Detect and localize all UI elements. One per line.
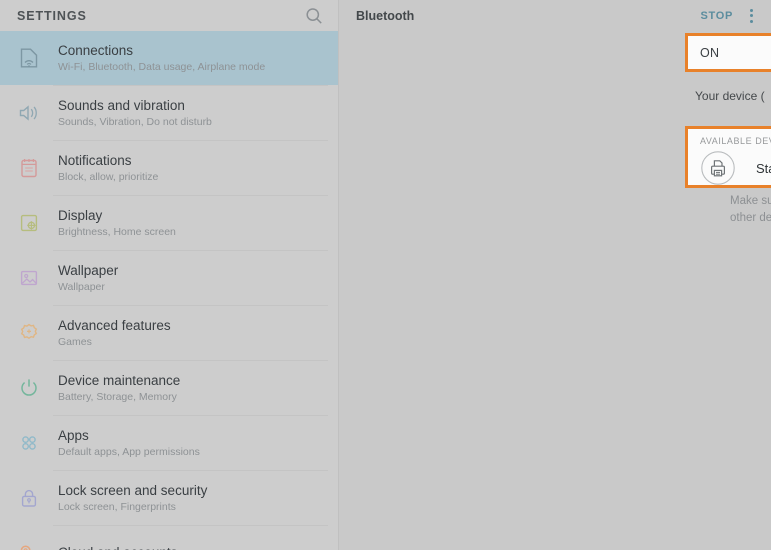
bluetooth-toggle-row[interactable]: ON [685,33,771,72]
sidebar-item-apps[interactable]: Apps Default apps, App permissions [0,416,338,470]
sidebar-item-sublabel: Battery, Storage, Memory [58,391,180,404]
bluetooth-state-label: ON [700,46,771,60]
sidebar-item-label: Cloud and accounts [58,545,177,550]
sidebar-item-label: Sounds and vibration [58,98,212,114]
sidebar-item-text: Sounds and vibration Sounds, Vibration, … [53,97,212,129]
wallpaper-icon [17,266,53,290]
sidebar-item-sublabel: Lock screen, Fingerprints [58,501,207,514]
available-devices-list[interactable]: AVAILABLE DEVICES Star Micronics [685,126,771,188]
page-title: SETTINGS [17,9,304,23]
display-icon [17,211,53,235]
device-visibility-note: Your device (Kitchen) is currently visib… [695,88,771,104]
search-icon[interactable] [304,6,324,26]
sidebar-item-connections[interactable]: Connections Wi-Fi, Bluetooth, Data usage… [0,31,338,85]
notifications-icon [17,156,53,180]
sidebar-item-wallpaper[interactable]: Wallpaper Wallpaper [0,251,338,305]
sidebar-item-label: Connections [58,43,265,59]
printer-icon [700,150,736,186]
bluetooth-header: Bluetooth STOP [339,0,771,31]
sidebar-item-display[interactable]: Display Brightness, Home screen [0,196,338,250]
visibility-note-prefix: Your device ( [695,89,765,103]
sidebar-item-sublabel: Sounds, Vibration, Do not disturb [58,116,212,129]
panel-title: Bluetooth [356,9,692,23]
sidebar-item-sublabel: Block, allow, prioritize [58,171,158,184]
lock-icon [17,486,53,510]
available-devices-label: AVAILABLE DEVICES [700,136,771,146]
sidebar-item-sublabel: Default apps, App permissions [58,446,200,459]
settings-screen: SETTINGS Connections Wi-Fi, Blu [0,0,771,550]
sidebar-item-lock-screen-and-security[interactable]: Lock screen and security Lock screen, Fi… [0,471,338,525]
sidebar-item-text: Cloud and accounts [53,544,177,550]
connection-hint: Make sure the device you want to connect… [730,193,771,227]
key-icon [17,541,53,550]
sidebar-item-label: Lock screen and security [58,483,207,499]
stop-button[interactable]: STOP [692,7,741,25]
sidebar-item-text: Display Brightness, Home screen [53,207,176,239]
device-name: Star Micronics [756,161,771,176]
sidebar-item-sublabel: Wi-Fi, Bluetooth, Data usage, Airplane m… [58,61,265,74]
speaker-icon [17,101,53,125]
settings-sidebar: SETTINGS Connections Wi-Fi, Blu [0,0,339,550]
sidebar-item-text: Notifications Block, allow, prioritize [53,152,158,184]
sidebar-item-sublabel: Wallpaper [58,281,118,294]
sidebar-item-text: Apps Default apps, App permissions [53,427,200,459]
sidebar-item-text: Lock screen and security Lock screen, Fi… [53,482,207,514]
sidebar-item-label: Notifications [58,153,158,169]
sidebar-item-label: Device maintenance [58,373,180,389]
connections-icon [17,46,53,70]
sidebar-item-label: Apps [58,428,200,444]
sidebar-item-advanced-features[interactable]: Advanced features Games [0,306,338,360]
sidebar-item-cloud-and-accounts[interactable]: Cloud and accounts [0,526,338,550]
sidebar-item-sublabel: Games [58,336,171,349]
advanced-features-icon [17,321,53,345]
apps-icon [17,431,53,455]
sidebar-item-device-maintenance[interactable]: Device maintenance Battery, Storage, Mem… [0,361,338,415]
sidebar-header: SETTINGS [0,0,338,31]
power-icon [17,376,53,400]
sidebar-item-sounds-and-vibration[interactable]: Sounds and vibration Sounds, Vibration, … [0,86,338,140]
more-vertical-icon[interactable] [741,4,761,28]
sidebar-item-text: Advanced features Games [53,317,171,349]
bluetooth-panel: Bluetooth STOP ON Your device (Kitchen) … [339,0,771,550]
sidebar-item-text: Connections Wi-Fi, Bluetooth, Data usage… [53,42,265,74]
sidebar-item-label: Display [58,208,176,224]
list-item[interactable]: Star Micronics [688,147,771,189]
sidebar-item-label: Wallpaper [58,263,118,279]
sidebar-item-notifications[interactable]: Notifications Block, allow, prioritize [0,141,338,195]
sidebar-item-text: Wallpaper Wallpaper [53,262,118,294]
sidebar-item-label: Advanced features [58,318,171,334]
sidebar-item-text: Device maintenance Battery, Storage, Mem… [53,372,180,404]
sidebar-item-sublabel: Brightness, Home screen [58,226,176,239]
